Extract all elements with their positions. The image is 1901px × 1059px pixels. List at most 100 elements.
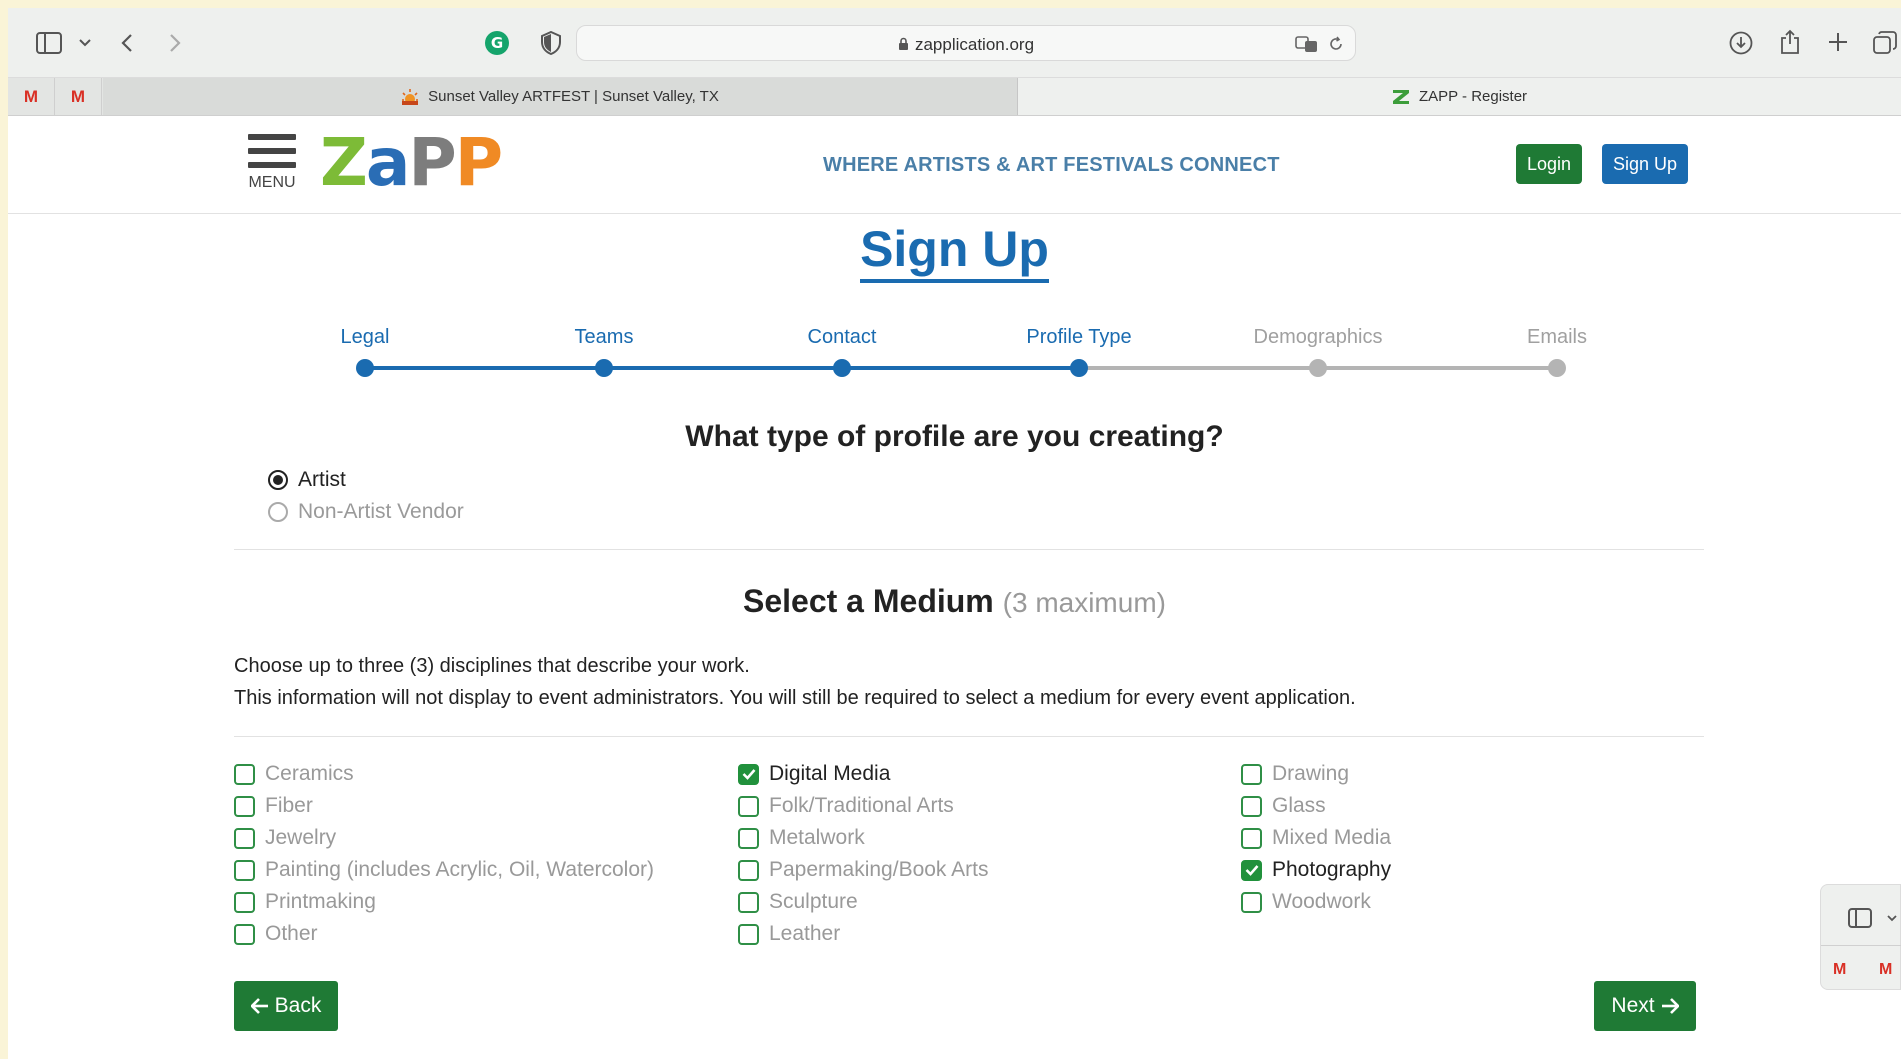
checkmark-icon[interactable] — [738, 763, 759, 785]
login-button[interactable]: Login — [1516, 144, 1583, 184]
radio-non-artist-vendor[interactable]: Non-Artist Vendor — [268, 500, 464, 524]
checkbox-ceramics[interactable]: Ceramics — [234, 762, 354, 786]
download-icon[interactable] — [1728, 30, 1754, 56]
lock-icon — [898, 35, 915, 54]
zapp-logo[interactable]: ZaPP — [320, 130, 503, 196]
gmail-icon[interactable]: M — [1879, 961, 1892, 979]
radio-unselected-icon[interactable] — [268, 502, 288, 522]
medium-instructions-1: Choose up to three (3) disciplines that … — [234, 655, 750, 677]
page-title-wrap: Sign Up — [8, 220, 1901, 283]
grammarly-icon[interactable]: G — [484, 30, 510, 56]
reload-icon[interactable] — [1327, 35, 1345, 53]
checkbox-icon[interactable] — [738, 795, 759, 817]
checkbox-icon[interactable] — [234, 859, 255, 881]
checkbox-digital-media[interactable]: Digital Media — [738, 762, 890, 786]
arrow-right-icon — [1661, 998, 1679, 1014]
radio-artist[interactable]: Artist — [268, 468, 346, 492]
arrow-left-icon — [250, 998, 269, 1014]
step-dot-legal — [356, 359, 374, 377]
checkbox-icon[interactable] — [1241, 891, 1262, 913]
stepper-line-complete — [365, 366, 1079, 370]
menu-button[interactable]: MENU — [244, 134, 300, 192]
tab-title: Sunset Valley ARTFEST | Sunset Valley, T… — [428, 88, 719, 105]
checkbox-icon[interactable] — [738, 859, 759, 881]
step-dot-emails — [1548, 359, 1566, 377]
step-profile-type: Profile Type — [1026, 326, 1132, 348]
tab-artfest[interactable]: Sunset Valley ARTFEST | Sunset Valley, T… — [103, 78, 1018, 115]
step-contact: Contact — [807, 326, 877, 348]
checkbox-glass[interactable]: Glass — [1241, 794, 1326, 818]
step-dot-contact — [833, 359, 851, 377]
share-icon[interactable] — [1778, 28, 1802, 56]
sun-favicon-icon — [401, 88, 419, 106]
divider — [234, 549, 1704, 550]
chevron-down-icon[interactable] — [78, 36, 92, 50]
url-text: zapplication.org — [914, 35, 1035, 54]
checkbox-fiber[interactable]: Fiber — [234, 794, 313, 818]
checkbox-other[interactable]: Other — [234, 922, 318, 946]
medium-limit-note: (3 maximum) — [1002, 587, 1166, 618]
checkbox-icon[interactable] — [1241, 763, 1262, 785]
tab-zapp-register[interactable]: ZAPP - Register — [1018, 78, 1901, 115]
checkbox-woodwork[interactable]: Woodwork — [1241, 890, 1371, 914]
radio-label: Non-Artist Vendor — [298, 500, 464, 523]
medium-instructions-2: This information will not display to eve… — [234, 687, 1356, 709]
sidebar-icon[interactable] — [36, 31, 62, 55]
chevron-down-icon[interactable] — [1885, 913, 1899, 923]
back-icon[interactable] — [118, 30, 136, 56]
checkbox-icon[interactable] — [1241, 795, 1262, 817]
tabs-overview-icon[interactable] — [1872, 30, 1898, 56]
back-label: Back — [274, 994, 322, 1017]
pinned-tab-gmail[interactable]: M — [55, 78, 102, 115]
signup-button[interactable]: Sign Up — [1602, 144, 1689, 184]
step-legal: Legal — [340, 326, 390, 348]
checkbox-icon[interactable] — [1241, 827, 1262, 849]
checkbox-icon[interactable] — [234, 795, 255, 817]
site-header: MENU ZaPP WHERE ARTISTS & ART FESTIVALS … — [8, 116, 1901, 214]
checkbox-icon[interactable] — [234, 891, 255, 913]
step-dot-profile-type — [1070, 359, 1088, 377]
checkbox-printmaking[interactable]: Printmaking — [234, 890, 376, 914]
checkbox-icon[interactable] — [234, 763, 255, 785]
shield-icon[interactable] — [540, 30, 562, 56]
checkbox-metalwork[interactable]: Metalwork — [738, 826, 865, 850]
translate-icon[interactable] — [1295, 35, 1319, 53]
checkbox-icon[interactable] — [738, 923, 759, 945]
step-teams: Teams — [574, 326, 634, 348]
step-dot-teams — [595, 359, 613, 377]
checkbox-mixed-media[interactable]: Mixed Media — [1241, 826, 1391, 850]
checkbox-icon[interactable] — [234, 923, 255, 945]
checkbox-leather[interactable]: Leather — [738, 922, 840, 946]
pinned-tab-gmail[interactable]: M — [8, 78, 55, 115]
gmail-icon[interactable]: M — [1833, 961, 1846, 979]
checkbox-papermaking[interactable]: Papermaking/Book Arts — [738, 858, 988, 882]
forward-icon[interactable] — [166, 30, 184, 56]
step-dot-demographics — [1309, 359, 1327, 377]
checkbox-photography[interactable]: Photography — [1241, 858, 1391, 882]
sidebar-icon[interactable] — [1847, 907, 1873, 929]
checkbox-icon[interactable] — [234, 827, 255, 849]
checkbox-jewelry[interactable]: Jewelry — [234, 826, 336, 850]
back-button[interactable]: Back — [234, 981, 338, 1031]
checkbox-painting[interactable]: Painting (includes Acrylic, Oil, Waterco… — [234, 858, 654, 882]
checkbox-icon[interactable] — [738, 891, 759, 913]
new-tab-icon[interactable] — [1826, 30, 1850, 54]
zapp-favicon-icon — [1392, 88, 1410, 106]
browser-toolbar: G zapplication.org — [8, 8, 1901, 78]
divider — [234, 736, 1704, 737]
tab-bar: M M Sunset Valley ARTFEST | Sunset Valle… — [8, 78, 1901, 116]
checkbox-icon[interactable] — [738, 827, 759, 849]
address-bar[interactable]: zapplication.org — [576, 25, 1356, 61]
medium-heading: Select a Medium (3 maximum) — [743, 583, 1166, 619]
checkbox-folk-traditional-arts[interactable]: Folk/Traditional Arts — [738, 794, 954, 818]
profile-question: What type of profile are you creating? — [685, 420, 1224, 453]
browser-window: G zapplication.org M M Sunset Valley ART… — [8, 8, 1901, 1059]
next-button[interactable]: Next — [1594, 981, 1696, 1031]
svg-text:G: G — [491, 34, 503, 52]
step-demographics: Demographics — [1253, 326, 1383, 348]
checkbox-sculpture[interactable]: Sculpture — [738, 890, 858, 914]
radio-selected-icon[interactable] — [268, 470, 288, 490]
checkmark-icon[interactable] — [1241, 859, 1262, 881]
checkbox-drawing[interactable]: Drawing — [1241, 762, 1349, 786]
menu-label: MENU — [248, 174, 296, 191]
